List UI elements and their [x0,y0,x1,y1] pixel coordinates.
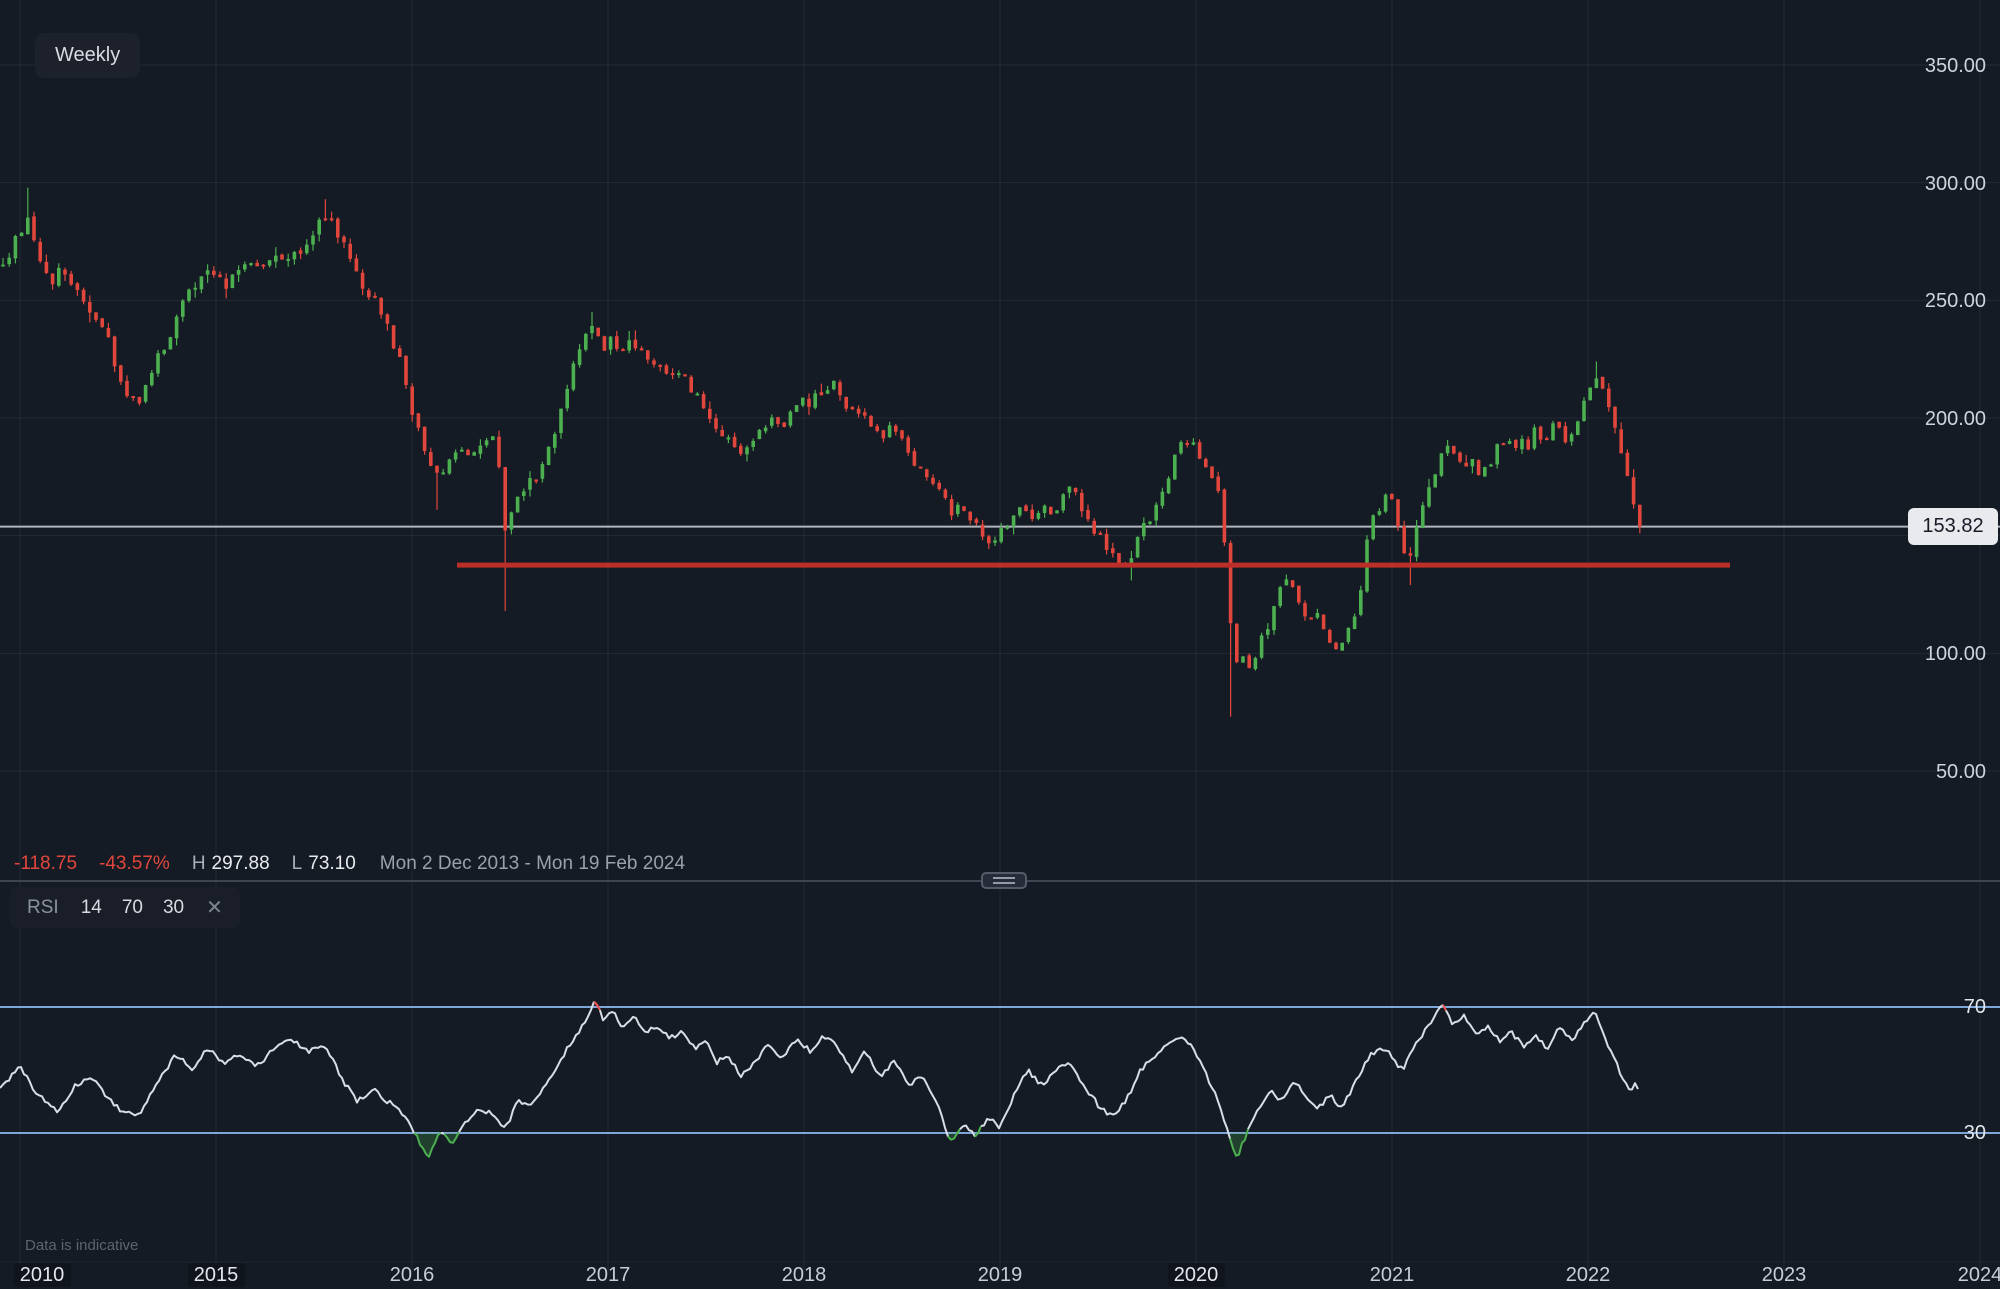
change-percent: -43.57% [99,853,170,875]
trading-chart-window: Weekly -118.75 -43.57% H 297.88 L73.10 Mo… [0,0,2000,1289]
high-value: 297.88 [212,853,270,874]
symbol-stats-bar: -118.75 -43.57% H 297.88 L73.10 Mon 2 Dec… [14,851,685,877]
price-tick-50: 50.00 [1866,761,1986,783]
price-tick-100: 100.00 [1866,643,1986,665]
year-label-2015: 2015 [188,1263,245,1287]
price-tick-200: 200.00 [1866,408,1986,430]
price-tick-350: 350.00 [1866,55,1986,77]
year-label-2010: 2010 [14,1263,71,1287]
price-tick-250: 250.00 [1866,290,1986,312]
high-stat: H 297.88 [192,853,270,875]
rsi-legend[interactable]: RSI 14 70 30 ✕ [10,887,240,928]
year-label-2024: 2024 [1952,1263,2000,1287]
rsi-tick-30: 30 [1866,1122,1986,1144]
price-tick-300: 300.00 [1866,173,1986,195]
pane-resize-handle[interactable] [981,872,1027,889]
year-label-2022: 2022 [1560,1263,1617,1287]
data-indicative-watermark: Data is indicative [25,1237,138,1254]
change-absolute: -118.75 [14,853,77,875]
year-label-2021: 2021 [1364,1263,1421,1287]
indicator-name: RSI [27,897,59,919]
year-label-2018: 2018 [776,1263,833,1287]
timeframe-label: Weekly [55,44,120,67]
date-range: Mon 2 Dec 2013 - Mon 19 Feb 2024 [380,853,685,875]
last-price-tag: 153.82 [1908,508,1998,545]
low-stat: L73.10 [292,853,356,875]
candlestick-series [1,188,1641,717]
year-label-2023: 2023 [1756,1263,1813,1287]
year-label-2020: 2020 [1168,1263,1225,1287]
indicator-upper-level: 70 [122,897,143,919]
year-label-2017: 2017 [580,1263,637,1287]
low-value: 73.10 [308,853,356,874]
close-icon[interactable]: ✕ [206,895,223,920]
chart-canvas[interactable] [0,0,2000,1289]
year-label-2019: 2019 [972,1263,1029,1287]
low-label: L [292,853,303,874]
rsi-tick-70: 70 [1866,996,1986,1018]
indicator-lower-level: 30 [163,897,184,919]
high-label: H [192,853,206,874]
timeframe-chip[interactable]: Weekly [35,33,140,78]
gridlines [0,0,2000,1272]
year-label-2016: 2016 [384,1263,441,1287]
indicator-length: 14 [81,897,102,919]
